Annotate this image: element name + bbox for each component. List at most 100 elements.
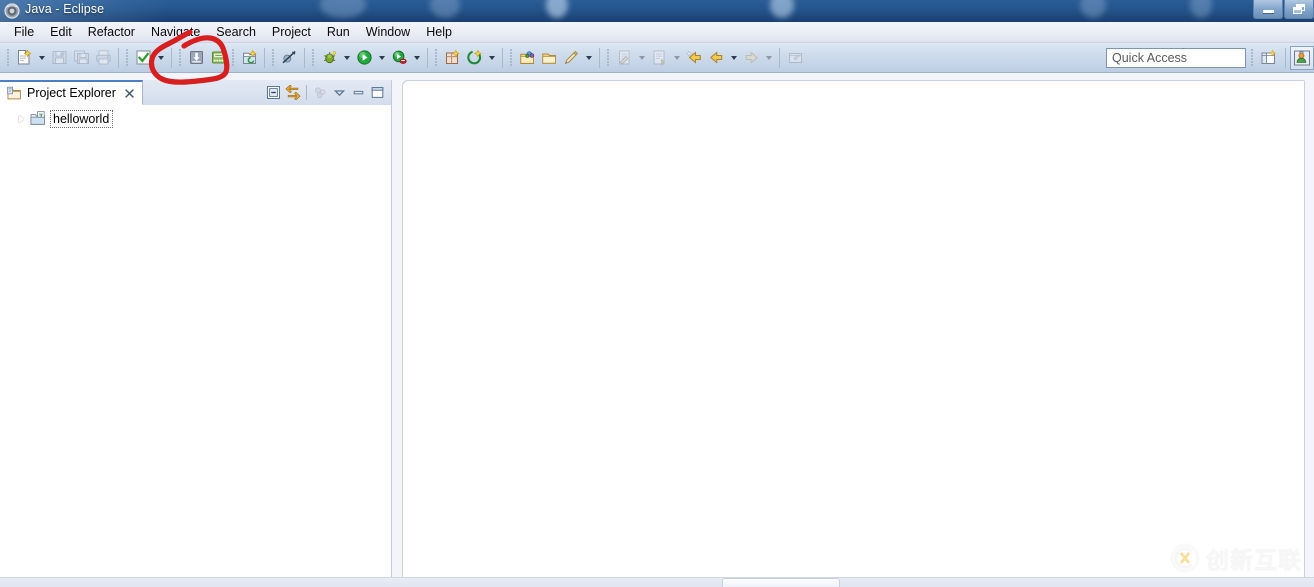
- tree-item-label: helloworld: [50, 109, 114, 128]
- toolbar-grip[interactable]: [272, 48, 275, 67]
- editor-area[interactable]: [402, 80, 1305, 587]
- run-button[interactable]: [353, 47, 375, 69]
- java-perspective-button[interactable]: [1290, 45, 1314, 70]
- debug-dropdown[interactable]: [340, 47, 353, 69]
- project-explorer-tabrow: Project Explorer: [0, 80, 391, 105]
- window-controls: [1252, 0, 1314, 21]
- minimize-view-button[interactable]: [349, 83, 368, 102]
- collapse-all-button[interactable]: [264, 83, 283, 102]
- last-edit-location-dropdown[interactable]: [635, 47, 648, 69]
- toolbar-grip[interactable]: [179, 48, 182, 67]
- toolbar-separator: [1285, 47, 1286, 68]
- build-all-dropdown[interactable]: [154, 47, 167, 69]
- toolbar-separator: [427, 47, 428, 68]
- menu-refactor[interactable]: Refactor: [80, 23, 143, 42]
- maximize-view-button[interactable]: [368, 83, 387, 102]
- search-dropdown[interactable]: [582, 47, 595, 69]
- forward-dropdown[interactable]: [762, 47, 775, 69]
- toolbar-grip[interactable]: [607, 48, 610, 67]
- tab-project-explorer[interactable]: Project Explorer: [0, 80, 143, 105]
- menu-edit[interactable]: Edit: [42, 23, 80, 42]
- toolbar-separator: [118, 47, 119, 68]
- pin-editor-button[interactable]: [784, 47, 806, 69]
- project-explorer-view: Project Explorer helloworld: [0, 80, 392, 582]
- eclipse-window: Java - Eclipse File Edit Refactor Naviga…: [0, 0, 1314, 587]
- new-package-button[interactable]: [441, 47, 463, 69]
- project-explorer-icon: [7, 86, 22, 101]
- main-toolbar: [0, 43, 1314, 73]
- toolbar-grip[interactable]: [1251, 48, 1254, 67]
- view-menu-button[interactable]: [330, 83, 349, 102]
- toolbar-grip[interactable]: [7, 48, 10, 67]
- open-type-button[interactable]: [516, 47, 538, 69]
- menu-file[interactable]: File: [6, 23, 42, 42]
- toolbar-grip[interactable]: [312, 48, 315, 67]
- menu-project[interactable]: Project: [264, 23, 319, 42]
- new-wizard-dropdown[interactable]: [35, 47, 48, 69]
- restore-window-button[interactable]: [1284, 0, 1314, 19]
- build-all-button[interactable]: [132, 47, 154, 69]
- window-titlebar: Java - Eclipse: [0, 0, 1314, 22]
- view-filters-button[interactable]: [311, 83, 330, 102]
- open-task-button[interactable]: [538, 47, 560, 69]
- project-explorer-tree[interactable]: helloworld: [0, 105, 391, 582]
- coverage-button[interactable]: [388, 47, 410, 69]
- debug-button[interactable]: [318, 47, 340, 69]
- toolbar-separator: [264, 47, 265, 68]
- export-button[interactable]: [207, 47, 229, 69]
- toolbar-separator: [599, 47, 600, 68]
- menu-window[interactable]: Window: [358, 23, 418, 42]
- next-annotation-button[interactable]: [648, 47, 670, 69]
- toggle-breakpoint-button[interactable]: [278, 47, 300, 69]
- minimized-view-stack[interactable]: [722, 578, 840, 587]
- tab-label: Project Explorer: [27, 86, 116, 100]
- back-dropdown[interactable]: [727, 47, 740, 69]
- save-all-button[interactable]: [70, 47, 92, 69]
- window-title: Java - Eclipse: [25, 2, 105, 16]
- workbench: Project Explorer helloworld: [0, 73, 1314, 587]
- titlebar-highlight: [546, 0, 568, 18]
- titlebar-highlight: [430, 0, 460, 18]
- minimize-icon: [1262, 9, 1274, 13]
- chevron-right-icon[interactable]: [14, 112, 28, 126]
- save-button[interactable]: [48, 47, 70, 69]
- link-with-editor-button[interactable]: [283, 83, 302, 102]
- menu-help[interactable]: Help: [418, 23, 460, 42]
- tree-item-helloworld[interactable]: helloworld: [14, 109, 391, 128]
- back-button[interactable]: [705, 47, 727, 69]
- coverage-dropdown[interactable]: [410, 47, 423, 69]
- previous-annotation-button[interactable]: [683, 47, 705, 69]
- minimize-window-button[interactable]: [1253, 0, 1283, 19]
- quick-access-input[interactable]: [1106, 47, 1246, 68]
- java-project-icon: [30, 111, 46, 126]
- toolbar-separator: [171, 47, 172, 68]
- import-button[interactable]: [185, 47, 207, 69]
- close-icon[interactable]: [124, 87, 136, 99]
- menu-run[interactable]: Run: [319, 23, 358, 42]
- toolbar-separator: [304, 47, 305, 68]
- new-wizard-button[interactable]: [13, 47, 35, 69]
- toolbar-separator: [502, 47, 503, 68]
- last-edit-location-button[interactable]: [613, 47, 635, 69]
- restore-icon: [1293, 3, 1305, 15]
- view-toolbar-separator: [306, 85, 307, 100]
- project-explorer-view-toolbar: [264, 82, 387, 103]
- forward-button[interactable]: [740, 47, 762, 69]
- menu-search[interactable]: Search: [208, 23, 264, 42]
- next-annotation-dropdown[interactable]: [670, 47, 683, 69]
- print-button[interactable]: [92, 47, 114, 69]
- menubar: File Edit Refactor Navigate Search Proje…: [0, 22, 1314, 43]
- search-button[interactable]: [560, 47, 582, 69]
- toolbar-grip[interactable]: [435, 48, 438, 67]
- new-java-project-button[interactable]: [238, 47, 260, 69]
- toolbar-grip[interactable]: [232, 48, 235, 67]
- open-perspective-button[interactable]: [1257, 46, 1281, 70]
- toolbar-grip[interactable]: [510, 48, 513, 67]
- run-dropdown[interactable]: [375, 47, 388, 69]
- new-class-button[interactable]: [463, 47, 485, 69]
- titlebar-highlight: [320, 0, 366, 18]
- toolbar-grip[interactable]: [126, 48, 129, 67]
- menu-navigate[interactable]: Navigate: [143, 23, 208, 42]
- eclipse-icon: [4, 3, 20, 19]
- new-class-dropdown[interactable]: [485, 47, 498, 69]
